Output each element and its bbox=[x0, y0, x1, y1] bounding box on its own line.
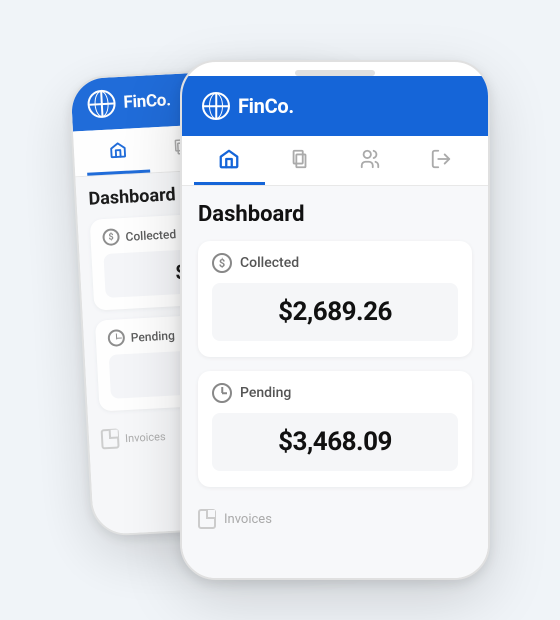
dashboard-title-front: Dashboard bbox=[198, 202, 472, 227]
invoice-icon-back bbox=[101, 428, 120, 449]
globe-arc-front bbox=[209, 93, 223, 119]
phone-front: FinCo. bbox=[180, 60, 490, 580]
collected-text-back: Collected bbox=[125, 227, 176, 244]
invoices-label-front: Invoices bbox=[224, 512, 272, 527]
collected-value-front: $2,689.26 bbox=[278, 297, 392, 327]
logo-front: FinCo. bbox=[202, 92, 294, 120]
invoices-label-back: Invoices bbox=[125, 430, 166, 445]
logo-back: FinCo. bbox=[87, 86, 172, 118]
pending-text-front: Pending bbox=[240, 385, 291, 401]
nav-home-back[interactable] bbox=[85, 128, 150, 176]
invoices-row-front[interactable]: Invoices bbox=[198, 501, 472, 537]
nav-users-front[interactable] bbox=[335, 136, 406, 185]
body-front: Dashboard $ Collected $2,689.26 Pending bbox=[182, 186, 488, 580]
collected-text-front: Collected bbox=[240, 255, 299, 271]
dollar-icon-front: $ bbox=[212, 253, 232, 273]
nav-home-front[interactable] bbox=[194, 136, 265, 185]
app-name-front: FinCo. bbox=[238, 94, 294, 118]
invoice-icon-front bbox=[198, 509, 216, 529]
globe-icon-front bbox=[202, 92, 230, 120]
collected-card-front: $ Collected $2,689.26 bbox=[198, 241, 472, 357]
header-front: FinCo. bbox=[182, 76, 488, 136]
pending-card-front: Pending $3,468.09 bbox=[198, 371, 472, 487]
nav-front bbox=[182, 136, 488, 186]
home-icon-front bbox=[218, 148, 240, 170]
pending-text-back: Pending bbox=[130, 328, 175, 344]
clock-icon-back bbox=[107, 329, 125, 347]
nav-logout-front[interactable] bbox=[406, 136, 477, 185]
app-name-back: FinCo. bbox=[123, 90, 171, 112]
dollar-icon-back: $ bbox=[102, 228, 120, 246]
home-icon-back bbox=[108, 141, 127, 160]
collected-value-box-front: $2,689.26 bbox=[212, 283, 458, 341]
phones-container: FinCo. bbox=[70, 30, 490, 590]
globe-icon-back bbox=[87, 89, 116, 118]
logout-icon-front bbox=[430, 148, 452, 170]
users-icon-front bbox=[359, 148, 381, 170]
pending-value-front: $3,468.09 bbox=[278, 427, 392, 457]
globe-arc-back bbox=[94, 91, 109, 118]
pending-value-box-front: $3,468.09 bbox=[212, 413, 458, 471]
collected-label-front: $ Collected bbox=[212, 253, 458, 273]
nav-docs-front[interactable] bbox=[265, 136, 336, 185]
clock-icon-front bbox=[212, 383, 232, 403]
pending-label-front: Pending bbox=[212, 383, 458, 403]
docs-icon-front bbox=[289, 148, 311, 170]
